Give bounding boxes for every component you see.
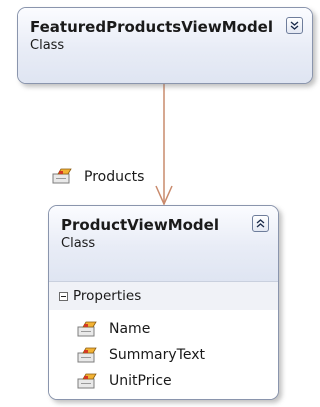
property-name: UnitPrice xyxy=(109,373,172,389)
double-chevron-down-icon[interactable] xyxy=(286,17,303,34)
collapse-minus-icon[interactable] xyxy=(59,291,68,301)
class-header: FeaturedProductsViewModel Class xyxy=(18,8,312,83)
property-icon xyxy=(77,321,97,336)
class-name: FeaturedProductsViewModel xyxy=(30,18,273,36)
property-name: SummaryText xyxy=(109,347,205,363)
class-kind: Class xyxy=(30,38,65,53)
properties-compartment-header[interactable]: Properties xyxy=(49,281,278,310)
list-item[interactable]: Name xyxy=(49,316,278,342)
property-list: Name SummaryText UnitPrice xyxy=(49,310,278,399)
list-item[interactable]: SummaryText xyxy=(49,342,278,368)
association-label[interactable]: Products xyxy=(52,168,144,185)
class-name: ProductViewModel xyxy=(61,216,219,234)
class-header: ProductViewModel Class xyxy=(49,206,278,281)
list-item[interactable]: UnitPrice xyxy=(49,368,278,394)
class-product-view-model[interactable]: ProductViewModel Class Properties Name S… xyxy=(48,205,279,400)
double-chevron-up-icon[interactable] xyxy=(252,215,269,232)
property-icon xyxy=(77,373,97,388)
property-name: Name xyxy=(109,321,151,337)
property-icon xyxy=(52,168,72,184)
class-featured-products-view-model[interactable]: FeaturedProductsViewModel Class xyxy=(17,7,313,84)
property-icon xyxy=(77,347,97,362)
class-kind: Class xyxy=(61,236,96,251)
association-label-text: Products xyxy=(84,168,145,185)
compartment-title: Properties xyxy=(73,288,142,304)
